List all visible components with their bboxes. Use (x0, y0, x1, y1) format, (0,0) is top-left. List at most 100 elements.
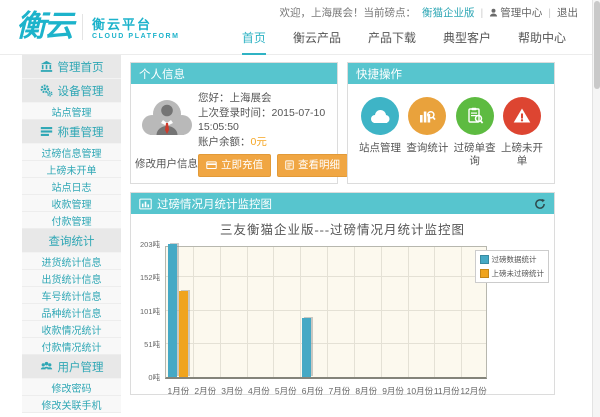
quick-action-query-stats[interactable]: 查询统计 (404, 97, 450, 168)
quick-action-weigh-slip-query[interactable]: 过磅单查询 (452, 97, 498, 168)
nav-tab-home[interactable]: 首页 (242, 29, 266, 55)
app-header: 衡云 衡云平台 CLOUD PLATFORM 欢迎，上海展会！当前磅点： 衡猫企… (0, 0, 592, 55)
gridline-vertical (273, 247, 274, 377)
brand-name-cn: 衡云平台 (92, 14, 180, 33)
chart-body: 三友衡猫企业版---过磅情况月统计监控图 0吨51吨101吨152吨203吨 1… (131, 219, 554, 399)
x-tick-label: 1月份 (165, 385, 192, 397)
nav-tab-downloads[interactable]: 产品下载 (368, 29, 416, 55)
sidebar-item-receipt-stats[interactable]: 收款情况统计 (22, 321, 121, 338)
profile-panel-header: 个人信息 (131, 63, 337, 84)
x-tick-label: 3月份 (219, 385, 246, 397)
x-tick-label: 5月份 (272, 385, 299, 397)
sidebar-item-weigh-info[interactable]: 过磅信息管理 (22, 144, 121, 161)
admin-person-icon (489, 8, 498, 17)
gridline-vertical (354, 247, 355, 377)
weigh-slip-search-icon (456, 97, 494, 135)
x-tick-label: 6月份 (299, 385, 326, 397)
quick-action-site-mgmt[interactable]: 站点管理 (357, 97, 403, 168)
legend-swatch (480, 269, 489, 278)
legend-swatch (480, 255, 489, 264)
sidebar-item-inbound-stats[interactable]: 进货统计信息 (22, 253, 121, 270)
x-tick-label: 2月份 (192, 385, 219, 397)
admin-center-link[interactable]: 管理中心 (489, 5, 542, 20)
view-details-button[interactable]: 查看明细 (277, 154, 348, 177)
nav-tab-products[interactable]: 衡云产品 (293, 29, 341, 55)
chart-title: 三友衡猫企业版---过磅情况月统计监控图 (131, 219, 554, 238)
sidebar-item-query-stats[interactable]: 查询统计 (22, 229, 121, 253)
edition-link[interactable]: 衡猫企业版 (422, 5, 475, 20)
gridline-vertical (327, 247, 328, 377)
y-tick-label: 101吨 (140, 306, 160, 317)
quick-actions-body: 站点管理 查询统计 过磅单查询 上磅未开单 (348, 84, 554, 168)
x-tick-label: 11月份 (433, 385, 460, 397)
chart-bar (302, 318, 311, 377)
cloud-icon (361, 97, 399, 135)
scrollbar-thumb[interactable] (594, 1, 600, 89)
quick-actions-title: 快捷操作 (356, 66, 402, 82)
bank-icon (40, 60, 53, 73)
sidebar: 管理首页 设备管理 站点管理 称重管理 过磅信息管理 上磅未开单 站点日志 收款… (22, 55, 121, 413)
quick-actions-header: 快捷操作 (348, 63, 554, 84)
sidebar-item-on-scale-unbilled[interactable]: 上磅未开单 (22, 161, 121, 178)
sidebar-item-site-log[interactable]: 站点日志 (22, 178, 121, 195)
nav-tab-customers[interactable]: 典型客户 (443, 29, 491, 55)
sidebar-item-payment-stats[interactable]: 付款情况统计 (22, 338, 121, 355)
sidebar-item-user-mgmt[interactable]: 用户管理 (22, 355, 121, 379)
x-tick-label: 4月份 (246, 385, 273, 397)
last-login-line1: 上次登录时间：2015-07-10 (198, 106, 348, 121)
profile-info: 您好：上海展会 上次登录时间：2015-07-10 15:05:50 账户余额：… (198, 86, 348, 177)
sidebar-item-variety-stats[interactable]: 品种统计信息 (22, 304, 121, 321)
chart-panel-title: 过磅情况月统计监控图 (157, 196, 529, 212)
last-login-line2: 15:05:50 (198, 120, 348, 135)
logo-mark: 衡云 (16, 7, 72, 47)
balance-line: 账户余额：0元 (198, 135, 348, 150)
sidebar-item-change-password[interactable]: 修改密码 (22, 379, 121, 396)
sidebar-item-payment-mgmt[interactable]: 付款管理 (22, 212, 121, 229)
y-tick-label: 203吨 (140, 239, 160, 250)
detail-list-icon (285, 160, 294, 170)
quick-actions-panel: 快捷操作 站点管理 查询统计 过磅单查询 上磅未开单 (347, 62, 555, 184)
chart-bar (179, 291, 188, 377)
gridline-vertical (247, 247, 248, 377)
quick-action-on-scale-unbilled[interactable]: 上磅未开单 (499, 97, 545, 168)
chart-legend: 过磅数据统计上磅未过磅统计 (475, 250, 550, 283)
gears-icon (40, 84, 53, 97)
gridline-vertical (461, 247, 462, 377)
weigh-list-icon (40, 125, 53, 138)
gridline-vertical (193, 247, 194, 377)
chart-plot-area (165, 246, 487, 379)
sidebar-item-receipt-mgmt[interactable]: 收款管理 (22, 195, 121, 212)
chart-panel-header: 过磅情况月统计监控图 (131, 193, 554, 214)
sidebar-item-outbound-stats[interactable]: 出货统计信息 (22, 270, 121, 287)
legend-item: 过磅数据统计 (480, 254, 545, 265)
sidebar-item-vehicle-stats[interactable]: 车号统计信息 (22, 287, 121, 304)
brand-name-en: CLOUD PLATFORM (92, 33, 180, 40)
refresh-icon[interactable] (534, 198, 546, 210)
logout-link[interactable]: 退出 (557, 5, 578, 20)
sidebar-item-device-mgmt[interactable]: 设备管理 (22, 79, 121, 103)
x-tick-label: 7月份 (326, 385, 353, 397)
logo[interactable]: 衡云 衡云平台 CLOUD PLATFORM (16, 7, 180, 47)
gridline-horizontal (166, 343, 486, 344)
profile-left: 修改用户信息 (135, 86, 198, 177)
recharge-button[interactable]: 立即充值 (198, 154, 271, 177)
balance-label: 账户余额： (198, 136, 251, 148)
edit-user-info-link[interactable]: 修改用户信息 (135, 156, 198, 171)
vertical-scrollbar[interactable] (592, 0, 600, 417)
legend-item: 上磅未过磅统计 (480, 268, 545, 279)
x-tick-label: 8月份 (353, 385, 380, 397)
sidebar-item-admin-home[interactable]: 管理首页 (22, 55, 121, 79)
sidebar-item-weigh-mgmt[interactable]: 称重管理 (22, 120, 121, 144)
y-tick-label: 0吨 (148, 372, 160, 383)
greeting-text: 您好：上海展会 (198, 91, 348, 106)
gridline-horizontal (166, 276, 486, 277)
credit-card-icon (206, 160, 217, 170)
sidebar-item-change-phone[interactable]: 修改关联手机 (22, 396, 121, 413)
profile-body: 修改用户信息 您好：上海展会 上次登录时间：2015-07-10 15:05:5… (131, 84, 337, 177)
brand-block: 衡云平台 CLOUD PLATFORM (82, 14, 180, 40)
sidebar-item-site-mgmt[interactable]: 站点管理 (22, 103, 121, 120)
nav-tab-help[interactable]: 帮助中心 (518, 29, 566, 55)
gridline-vertical (381, 247, 382, 377)
balance-value: 0元 (251, 136, 267, 148)
separator: | (548, 7, 551, 19)
